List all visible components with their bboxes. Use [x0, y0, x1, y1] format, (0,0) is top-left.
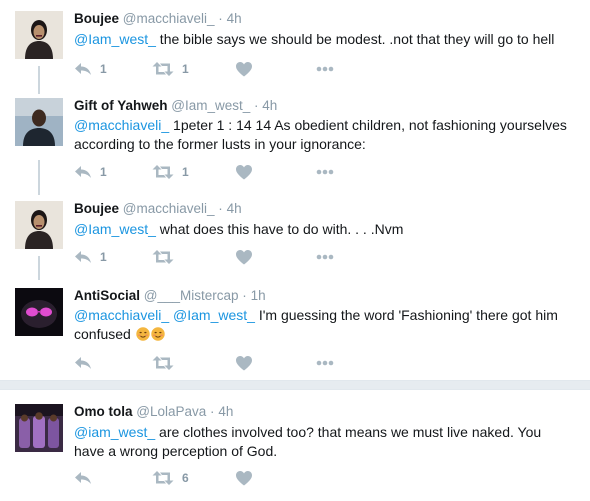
smiling-face-emoji	[136, 327, 150, 341]
reply-icon	[75, 357, 91, 369]
tweet-header: AntiSocial @___Mistercap · 1h	[74, 288, 266, 304]
reply-button[interactable]: 1	[74, 163, 107, 181]
separator-dot: ·	[242, 288, 247, 303]
mention-link[interactable]: @macchiaveli_ @Iam_west_	[74, 307, 255, 323]
timestamp[interactable]: 4h	[262, 98, 277, 113]
display-name[interactable]: AntiSocial	[74, 288, 140, 303]
more-button[interactable]	[316, 163, 334, 181]
retweet-button[interactable]	[152, 248, 182, 266]
more-icon	[316, 360, 334, 366]
tweet-text: @macchiaveli_ 1peter 1 : 14 14 As obedie…	[74, 116, 574, 154]
display-name[interactable]: Boujee	[74, 201, 119, 216]
tweet-header: Gift of Yahweh @Iam_west_ · 4h	[74, 98, 277, 114]
retweet-icon	[152, 165, 174, 179]
retweet-icon	[152, 250, 174, 264]
mention-link[interactable]: @macchiaveli_	[74, 117, 169, 133]
display-name[interactable]: Omo tola	[74, 404, 133, 419]
tweet-header: Boujee @macchiaveli_ · 4h	[74, 11, 242, 27]
more-button[interactable]	[316, 248, 334, 266]
reply-button[interactable]	[74, 354, 100, 372]
timestamp[interactable]: 4h	[227, 201, 242, 216]
smiling-face-emoji	[151, 327, 165, 341]
retweet-count: 1	[182, 62, 189, 76]
more-button[interactable]	[316, 354, 334, 372]
username[interactable]: @macchiaveli_	[123, 201, 215, 216]
reply-icon	[75, 166, 91, 178]
retweet-button[interactable]: 6	[152, 469, 189, 487]
more-icon	[316, 254, 334, 260]
heart-icon	[236, 249, 252, 264]
timestamp[interactable]: 4h	[218, 404, 233, 419]
display-name[interactable]: Boujee	[74, 11, 119, 26]
like-button[interactable]	[236, 163, 260, 181]
separator-dot: ·	[218, 11, 223, 26]
mention-link[interactable]: @Iam_west_	[74, 31, 156, 47]
heart-icon	[236, 470, 252, 485]
heart-icon	[236, 355, 252, 370]
reply-icon	[75, 63, 91, 75]
separator-dot: ·	[218, 201, 223, 216]
username[interactable]: @___Mistercap	[144, 288, 239, 303]
like-button[interactable]	[236, 248, 260, 266]
mention-link[interactable]: @Iam_west_	[74, 221, 156, 237]
username[interactable]: @LolaPava	[136, 404, 206, 419]
heart-icon	[236, 61, 252, 76]
reply-count: 1	[100, 62, 107, 76]
username[interactable]: @Iam_west_	[171, 98, 250, 113]
retweet-button[interactable]	[152, 354, 182, 372]
avatar[interactable]	[15, 404, 63, 452]
tweet[interactable]: AntiSocial @___Mistercap · 1h @macchiave…	[0, 278, 590, 380]
reply-count: 1	[100, 250, 107, 264]
separator-dot: ·	[210, 404, 215, 419]
reply-icon	[75, 251, 91, 263]
retweet-icon	[152, 62, 174, 76]
avatar[interactable]	[15, 98, 63, 146]
tweet-text: @macchiaveli_ @Iam_west_ I'm guessing th…	[74, 306, 574, 344]
tweet[interactable]: Gift of Yahweh @Iam_west_ · 4h @macchiav…	[0, 90, 590, 190]
conversation-thread: Boujee @macchiaveli_ · 4h @Iam_west_ the…	[0, 0, 590, 380]
more-icon	[316, 66, 334, 72]
tweet-text: @Iam_west_ the bible says we should be m…	[74, 30, 574, 49]
reply-button[interactable]: 1	[74, 248, 107, 266]
retweet-icon	[152, 471, 174, 485]
retweet-icon	[152, 356, 174, 370]
tweet-body: what does this have to do with. . . .Nvm	[155, 221, 404, 237]
like-button[interactable]	[236, 469, 260, 487]
more-button[interactable]	[316, 60, 334, 78]
tweet[interactable]: Boujee @macchiaveli_ · 4h @Iam_west_ wha…	[0, 190, 590, 278]
tweet-header: Omo tola @LolaPava · 4h	[74, 404, 233, 420]
tweet[interactable]: Omo tola @LolaPava · 4h @iam_west_ are c…	[0, 390, 590, 501]
mention-link[interactable]: @iam_west_	[74, 424, 155, 440]
like-button[interactable]	[236, 354, 260, 372]
reply-button[interactable]: 1	[74, 60, 107, 78]
like-button[interactable]	[236, 60, 260, 78]
tweet-body: the bible says we should be modest. .not…	[155, 31, 555, 47]
display-name[interactable]: Gift of Yahweh	[74, 98, 168, 113]
retweet-count: 6	[182, 471, 189, 485]
retweet-button[interactable]: 1	[152, 163, 189, 181]
tweet-header: Boujee @macchiaveli_ · 4h	[74, 201, 242, 217]
username[interactable]: @macchiaveli_	[123, 11, 215, 26]
retweet-count: 1	[182, 165, 189, 179]
avatar[interactable]	[15, 201, 63, 249]
tweet-text: @Iam_west_ what does this have to do wit…	[74, 220, 574, 239]
more-icon	[316, 169, 334, 175]
section-separator	[0, 380, 590, 390]
separator-dot: ·	[254, 98, 259, 113]
timestamp[interactable]: 1h	[251, 288, 266, 303]
tweet[interactable]: Boujee @macchiaveli_ · 4h @Iam_west_ the…	[0, 0, 590, 90]
avatar[interactable]	[15, 11, 63, 59]
reply-button[interactable]	[74, 469, 100, 487]
heart-icon	[236, 164, 252, 179]
retweet-button[interactable]: 1	[152, 60, 189, 78]
tweet-text: @iam_west_ are clothes involved too? tha…	[74, 423, 574, 461]
reply-count: 1	[100, 165, 107, 179]
avatar[interactable]	[15, 288, 63, 336]
reply-icon	[75, 472, 91, 484]
timestamp[interactable]: 4h	[227, 11, 242, 26]
